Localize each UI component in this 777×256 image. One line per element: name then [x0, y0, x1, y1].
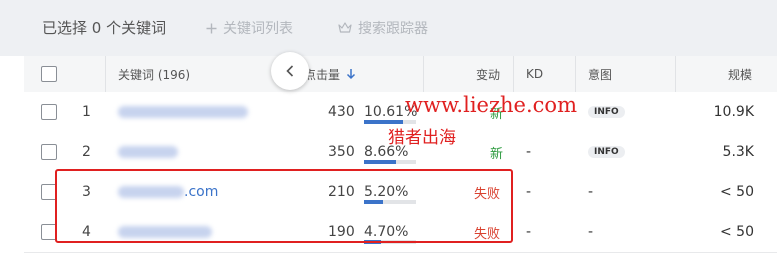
table-header: 关键词 (196) 点击量 变动 KD 意图 规模: [24, 56, 777, 93]
tracker-label: 搜索跟踪器: [358, 21, 428, 37]
intent-value: -: [588, 224, 594, 240]
kd-value: -: [526, 224, 532, 240]
kd-value: -: [526, 184, 532, 200]
watermark-url: www.liezhe.com: [405, 93, 577, 117]
clicks-value: 350: [328, 144, 355, 160]
row-rank: 1: [82, 104, 91, 120]
volume-value: 5.3K: [722, 144, 754, 160]
add-to-tracker-button[interactable]: 搜索跟踪器: [338, 18, 428, 38]
volume-value: < 50: [720, 184, 754, 200]
intent-value: -: [588, 184, 594, 200]
column-header-kd[interactable]: KD: [526, 56, 543, 92]
keyword-link[interactable]: [118, 92, 248, 132]
row-checkbox[interactable]: [41, 144, 57, 160]
change-status: 新: [490, 146, 504, 162]
plus-icon: [206, 23, 217, 33]
volume-value: < 50: [720, 224, 754, 240]
share-bar-fill: [364, 160, 397, 164]
column-header-intent[interactable]: 意图: [588, 56, 612, 92]
intent-badge: INFO: [588, 146, 625, 158]
selected-count: 已选择 0 个关键词: [42, 19, 167, 37]
watermark-text: 猎者出海: [388, 128, 456, 148]
add-to-keyword-list-button[interactable]: 关键词列表: [206, 18, 293, 38]
column-header-clicks[interactable]: 点击量: [304, 56, 356, 92]
row-rank: 2: [82, 144, 91, 160]
select-all-checkbox[interactable]: [41, 66, 57, 82]
volume-value: 10.9K: [713, 104, 754, 120]
redacted-keyword: [118, 146, 178, 158]
clicks-header-label: 点击量: [304, 67, 341, 82]
keyword-link[interactable]: [118, 132, 178, 172]
clicks-value: 430: [328, 104, 355, 120]
arrow-down-icon: [346, 69, 356, 80]
column-header-change[interactable]: 变动: [476, 56, 500, 92]
highlight-box: [55, 169, 513, 243]
row-checkbox[interactable]: [41, 104, 57, 120]
column-header-volume[interactable]: 规模: [728, 56, 752, 92]
collapse-panel-button[interactable]: [271, 52, 309, 90]
chevron-left-icon: [286, 65, 294, 77]
selection-toolbar: 已选择 0 个关键词 关键词列表 搜索跟踪器: [0, 0, 777, 56]
kd-value: -: [526, 144, 532, 160]
crown-icon: [338, 22, 352, 33]
keyword-list-label: 关键词列表: [223, 21, 293, 37]
redacted-keyword: [118, 106, 248, 118]
share-bar: [364, 160, 416, 164]
intent-badge: INFO: [588, 106, 625, 118]
column-header-keyword[interactable]: 关键词 (196): [118, 56, 190, 92]
select-all-cell: [41, 56, 57, 92]
